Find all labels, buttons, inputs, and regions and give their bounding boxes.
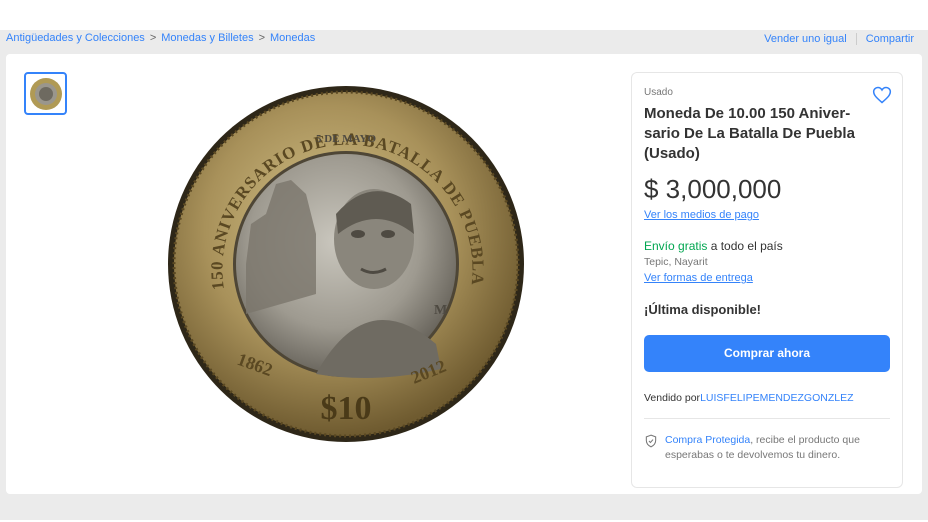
heart-icon[interactable] [872,85,892,105]
product-image[interactable]: 150 ANIVERSARIO DE LA BATALLA DE PUEBLA … [166,84,526,444]
breadcrumb-item-antiguedades[interactable]: Antigüedades y Colecciones [6,32,145,44]
share-link[interactable]: Compartir [866,33,914,45]
buy-now-button[interactable]: Comprar ahora [644,335,890,372]
divider [644,418,890,419]
sold-by-label: Vendido por [644,392,701,404]
coin-mint-mark: M [434,303,447,318]
seller-location: Tepic, Nayarit [644,256,708,268]
seller-link[interactable]: LUISFELIPEMENDEZGONZLEZ [700,392,853,404]
breadcrumb: Antigüedades y Colecciones > Monedas y B… [6,32,315,44]
shield-icon [645,434,657,448]
gallery-thumbnail[interactable] [24,72,67,115]
chevron-right-icon: > [258,32,266,44]
product-title: Moneda De 10.00 150 Aniver-sario De La B… [644,105,855,162]
product-price: $ 3,000,000 [644,174,782,204]
seller-info: Vendido porLUISFELIPEMENDEZGONZLEZ [644,392,890,404]
delivery-methods-link[interactable]: Ver formas de entrega [644,272,890,284]
free-shipping-label: Envío gratis [644,239,708,253]
product-card: 150 ANIVERSARIO DE LA BATALLA DE PUEBLA … [6,54,922,494]
purchase-protection: Compra Protegida, recibe el producto que… [644,433,890,463]
shipping-info: Envío gratis a todo el país [644,239,890,253]
breadcrumb-item-monedas-billetes[interactable]: Monedas y Billetes [161,32,253,44]
condition-label: Usado [644,87,673,98]
stock-status: ¡Última disponible! [644,302,761,317]
coin-thumbnail-image [29,77,62,110]
coin-date-text: 5 DE MAYO [316,133,377,145]
protection-text-block: Compra Protegida, recibe el producto que… [665,433,890,463]
payment-methods-link[interactable]: Ver los medios de pago [644,209,890,221]
breadcrumb-item-monedas[interactable]: Monedas [270,32,315,44]
buy-box: Usado Moneda De 10.00 150 Aniver-sario D… [631,72,903,488]
top-band [0,0,928,30]
coin-denomination: $10 [321,390,372,427]
sell-similar-link[interactable]: Vender uno igual [764,33,847,45]
protected-purchase-link[interactable]: Compra Protegida [665,434,750,446]
chevron-right-icon: > [149,32,157,44]
coin-image: 150 ANIVERSARIO DE LA BATALLA DE PUEBLA … [168,86,524,442]
top-actions: Vender uno igual Compartir [764,33,914,45]
shipping-scope: a todo el país [707,239,783,253]
divider [855,33,857,45]
